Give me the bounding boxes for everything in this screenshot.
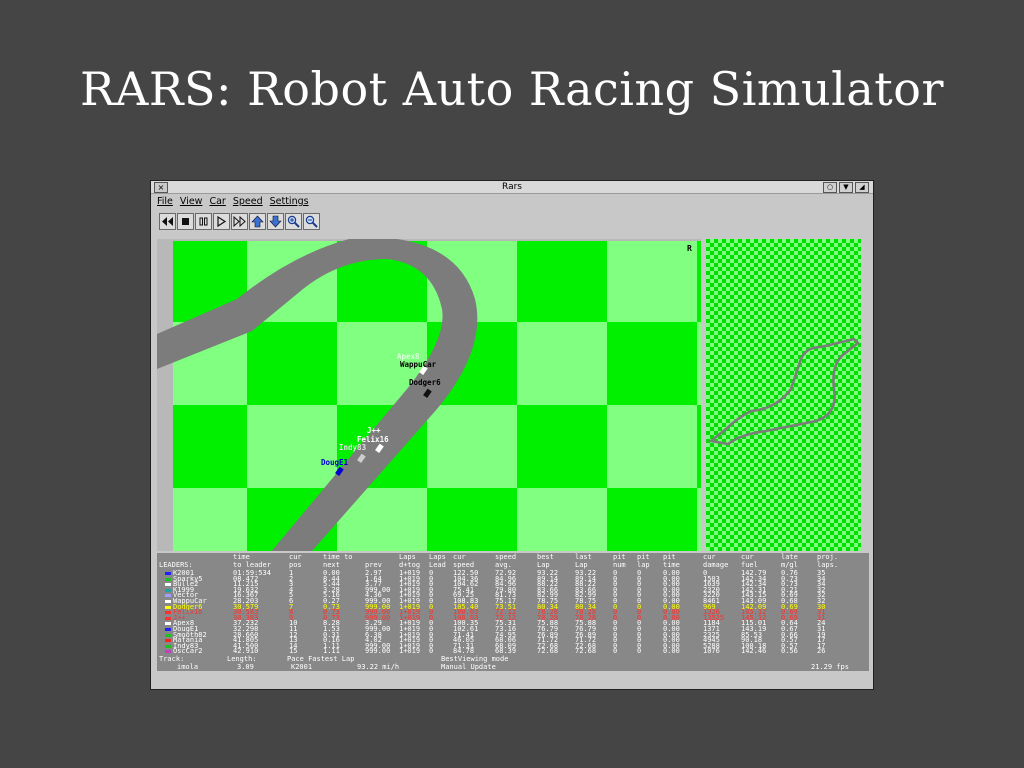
track-corner-label: R	[687, 244, 692, 253]
zoom-out-icon	[305, 215, 318, 228]
menu-view[interactable]: View	[180, 195, 203, 209]
car-color-swatch	[165, 583, 171, 587]
column-header-line2: Lap	[537, 560, 550, 569]
window-titlebar: × Rars ○ ▼ ◢	[151, 181, 873, 194]
play-button[interactable]	[213, 213, 230, 230]
zoom-out-button[interactable]	[303, 213, 320, 230]
fps-readout: 21.29 fps	[811, 663, 849, 671]
rars-window: × Rars ○ ▼ ◢ File View Car Speed Setting…	[150, 180, 874, 690]
stop-button[interactable]	[177, 213, 194, 230]
pause-icon	[199, 217, 208, 226]
column-header-line2: prev	[365, 560, 382, 569]
column-header-line2: Lead	[429, 560, 446, 569]
zoom-in-icon	[287, 215, 300, 228]
rewind-button[interactable]	[159, 213, 176, 230]
car-color-swatch	[165, 600, 171, 603]
menu-bar: File View Car Speed Settings	[153, 195, 309, 209]
car-color-swatch	[165, 594, 171, 598]
slide-title: RARS: Robot Auto Racing Simulator	[80, 62, 944, 116]
leaderboard-footer: Track: imola Length: 3.09 Pace Fastest L…	[157, 655, 869, 671]
column-header-line2: next	[323, 560, 340, 569]
car-label: DougE1	[321, 458, 349, 467]
minimize-icon[interactable]: ▼	[839, 182, 853, 193]
column-header-line2: speed	[453, 560, 475, 569]
toolbar	[159, 213, 320, 231]
track-canvas: R Apex8 WappuCar Dodger6 J++ Felix16 Ind…	[157, 239, 701, 551]
car-color-swatch	[165, 605, 171, 609]
arrow-down-icon	[269, 215, 282, 228]
car-color-swatch	[165, 633, 171, 637]
car-label: J++	[367, 426, 381, 435]
rewind-icon	[162, 217, 173, 226]
car-color-swatch	[165, 644, 171, 648]
car-color-swatch	[165, 650, 171, 654]
menu-file[interactable]: File	[157, 195, 173, 209]
zoom-in-button[interactable]	[285, 213, 302, 230]
car-color-swatch	[165, 577, 171, 581]
column-header-line2: num	[613, 560, 626, 569]
car-color-swatch	[165, 616, 171, 620]
car-label: WappuCar	[400, 360, 437, 369]
track-minimap[interactable]	[706, 239, 861, 551]
arrow-up-icon	[251, 215, 264, 228]
menu-car[interactable]: Car	[209, 195, 225, 209]
length-value: 3.09	[237, 663, 254, 671]
menu-settings[interactable]: Settings	[270, 195, 309, 209]
fast-forward-icon	[233, 215, 246, 228]
restore-icon[interactable]: ○	[823, 182, 837, 193]
column-header-line2: m/gl	[781, 560, 798, 569]
fast-forward-button[interactable]	[231, 213, 248, 230]
car-color-swatch	[165, 611, 171, 615]
mode-value: Manual Update	[441, 663, 496, 671]
column-header-line2: fuel	[741, 560, 758, 569]
window-title: Rars	[502, 182, 522, 192]
minimap-canvas	[706, 239, 861, 551]
car-color-swatch	[165, 572, 171, 575]
column-header-line2: lap	[637, 560, 650, 569]
track-view[interactable]: R Apex8 WappuCar Dodger6 J++ Felix16 Ind…	[157, 239, 701, 551]
column-header-line2: Lap	[575, 560, 588, 569]
pace-car: K2001	[291, 663, 313, 671]
column-header-line2: to leader	[233, 560, 271, 569]
leaderboard-panel: LEADERS: time to leader cur pos time to next pr…	[157, 553, 869, 671]
column-header-line2: laps.	[817, 560, 839, 569]
play-icon	[217, 215, 227, 228]
car-color-swatch	[165, 639, 171, 643]
length-label: Length:	[227, 655, 257, 663]
column-header-line2: pos	[289, 560, 302, 569]
pace-label: Pace Fastest Lap	[287, 655, 355, 663]
pause-button[interactable]	[195, 213, 212, 230]
pace-value: 93.22 mi/h	[357, 663, 400, 671]
maximize-icon[interactable]: ◢	[855, 182, 869, 193]
arrow-up-button[interactable]	[249, 213, 266, 230]
column-header-line2: damage	[703, 560, 729, 569]
car-label: Indy83	[339, 443, 367, 452]
column-header-line2: LEADERS:	[159, 560, 193, 569]
mode-label: BestViewing mode	[441, 655, 509, 663]
column-header-line2: time	[663, 560, 680, 569]
column-header-line2: avg.	[495, 560, 512, 569]
menu-speed[interactable]: Speed	[233, 195, 263, 209]
stop-icon	[182, 218, 189, 225]
car-label: Dodger6	[409, 378, 441, 387]
track-label: Track:	[159, 655, 185, 663]
arrow-down-button[interactable]	[267, 213, 284, 230]
car-color-swatch	[165, 622, 171, 626]
column-header-line2: d+tog	[399, 560, 421, 569]
leaderboard-header: LEADERS: time to leader cur pos time to next pr…	[157, 553, 869, 570]
car-color-swatch	[165, 628, 171, 631]
car-color-swatch	[165, 588, 171, 592]
track-value: imola	[177, 663, 199, 671]
